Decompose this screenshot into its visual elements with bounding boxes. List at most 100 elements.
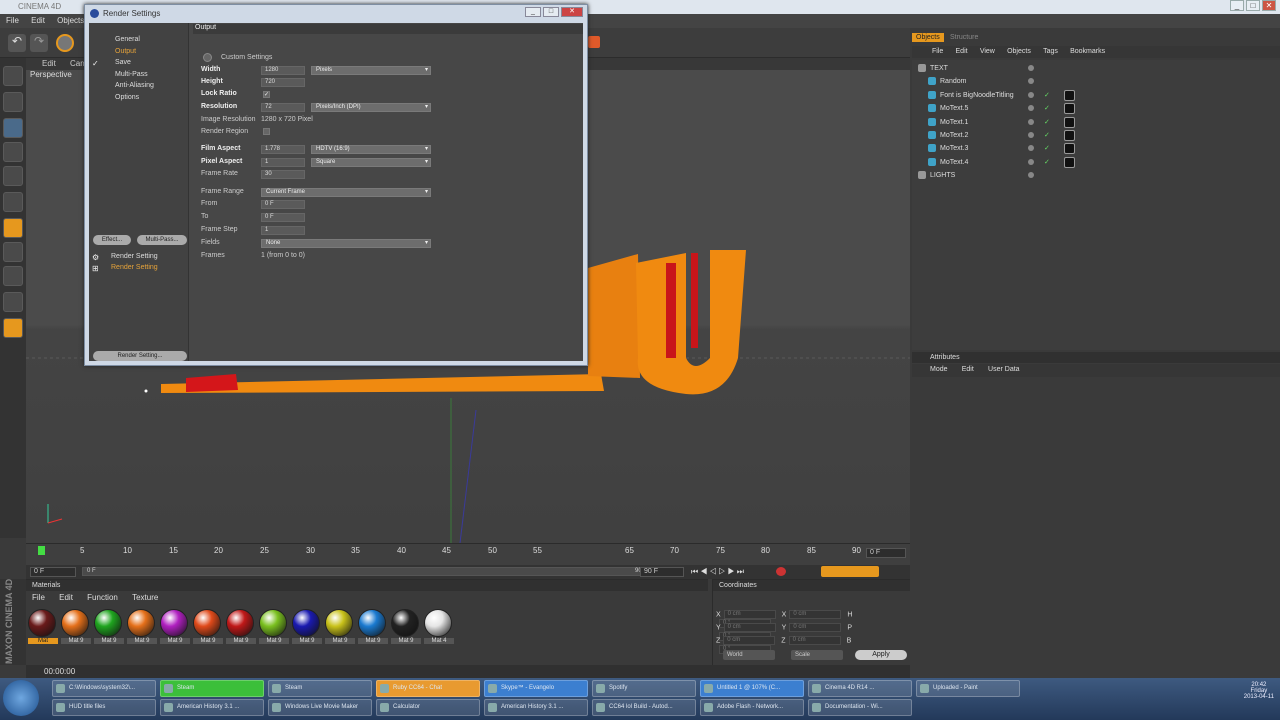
- redo-icon[interactable]: ↷: [30, 34, 48, 52]
- frame-range-dropdown[interactable]: Current Frame: [261, 188, 431, 197]
- film-aspect-dropdown[interactable]: HDTV (16:9): [311, 145, 431, 154]
- visibility-dot-icon[interactable]: [1028, 91, 1034, 98]
- material-tag-icon[interactable]: [1064, 116, 1075, 128]
- frame-rate-input[interactable]: 30: [261, 170, 305, 179]
- live-selection-icon[interactable]: [56, 34, 74, 52]
- tweak-mode-icon[interactable]: [3, 218, 23, 238]
- taskbar-button[interactable]: C:\Windows\system32\...: [52, 680, 156, 697]
- coordinate-input[interactable]: 0 cm: [723, 610, 776, 619]
- taskbar-button[interactable]: CC64 lol Build - Autod...: [592, 699, 696, 716]
- close-button[interactable]: ✕: [1262, 0, 1276, 11]
- objects-menu-edit[interactable]: Edit: [956, 48, 968, 55]
- taskbar-button[interactable]: Windows Live Movie Maker: [268, 699, 372, 716]
- menu-file[interactable]: File: [6, 16, 19, 25]
- multipass-button[interactable]: Multi-Pass...: [137, 235, 187, 245]
- object-row[interactable]: Random: [918, 75, 1274, 88]
- attributes-menu-user-data[interactable]: User Data: [988, 366, 1020, 373]
- resolution-input[interactable]: 72: [261, 103, 305, 112]
- enabled-check-icon[interactable]: ✓: [1044, 156, 1050, 169]
- end-frame-field[interactable]: 90 F: [640, 567, 684, 577]
- enabled-check-icon[interactable]: ✓: [1044, 89, 1050, 102]
- scale-dropdown[interactable]: Scale: [791, 650, 843, 660]
- coordinate-input[interactable]: 0 cm: [723, 623, 776, 632]
- visibility-dot-icon[interactable]: [1028, 65, 1034, 71]
- minimize-button[interactable]: _: [1230, 0, 1244, 11]
- render-setting-item[interactable]: Render Setting: [111, 253, 158, 260]
- objects-menu-tags[interactable]: Tags: [1043, 48, 1058, 55]
- materials-menu-file[interactable]: File: [32, 593, 45, 602]
- visibility-dot-icon[interactable]: [1028, 105, 1034, 112]
- undo-icon[interactable]: ↶: [8, 34, 26, 52]
- objects-menu-view[interactable]: View: [980, 48, 995, 55]
- taskbar-button[interactable]: Spotify: [592, 680, 696, 697]
- material-swatch[interactable]: Mat: [28, 609, 58, 644]
- width-input[interactable]: 1280: [261, 66, 305, 75]
- taskbar-button[interactable]: Adobe Flash - Network...: [700, 699, 804, 716]
- dialog-minimize-button[interactable]: _: [525, 7, 541, 17]
- object-row[interactable]: MoText.1 ✓: [918, 116, 1274, 129]
- object-row[interactable]: MoText.3 ✓: [918, 142, 1274, 155]
- object-row[interactable]: TEXT: [918, 62, 1274, 75]
- polygons-mode-icon[interactable]: [3, 166, 23, 186]
- taskbar-button[interactable]: Uploaded - Paint: [916, 680, 1020, 697]
- coordinate-input[interactable]: 0 cm: [789, 610, 842, 619]
- visibility-dot-icon[interactable]: [1028, 158, 1034, 165]
- material-swatch[interactable]: Mat 9: [193, 609, 223, 644]
- material-swatch[interactable]: Mat 4: [424, 609, 454, 644]
- edges-mode-icon[interactable]: [3, 142, 23, 162]
- objects-menu-bookmarks[interactable]: Bookmarks: [1070, 48, 1105, 55]
- attributes-menu-edit[interactable]: Edit: [962, 366, 974, 373]
- material-swatch[interactable]: Mat 9: [160, 609, 190, 644]
- lock-icon[interactable]: [3, 292, 23, 312]
- material-swatch[interactable]: Mat 9: [259, 609, 289, 644]
- material-swatch[interactable]: Mat 9: [127, 609, 157, 644]
- material-tag-icon[interactable]: [1064, 130, 1075, 141]
- menu-edit[interactable]: Edit: [31, 16, 45, 25]
- dialog-close-button[interactable]: ✕: [561, 7, 583, 17]
- coordinate-input[interactable]: 0 cm: [723, 636, 776, 645]
- render-setting-item-active[interactable]: Render Setting: [111, 264, 158, 271]
- object-row[interactable]: LIGHTS: [918, 169, 1274, 182]
- material-tag-icon[interactable]: [1064, 103, 1075, 115]
- timeline-ruler[interactable]: 5 10 15 20 25 30 35 40 45 50 55 65 70 75…: [26, 543, 910, 565]
- frame-step-input[interactable]: 1: [261, 226, 305, 235]
- effect-button[interactable]: Effect...: [93, 235, 131, 245]
- nav-item[interactable]: Save: [115, 59, 131, 66]
- pixel-aspect-dropdown[interactable]: Square: [311, 158, 431, 167]
- visibility-dot-icon[interactable]: [1028, 145, 1034, 152]
- tab-structure[interactable]: Structure: [946, 33, 982, 42]
- coordinate-input[interactable]: 0 cm: [789, 623, 842, 632]
- maximize-button[interactable]: □: [1246, 0, 1260, 11]
- system-clock[interactable]: 20:42 Friday 2013-04-11: [1244, 682, 1274, 700]
- visibility-dot-icon[interactable]: [1028, 132, 1034, 138]
- taskbar-button[interactable]: Calculator: [376, 699, 480, 716]
- texture-mode-icon[interactable]: [3, 92, 23, 112]
- attributes-menu-mode[interactable]: Mode: [930, 366, 948, 373]
- objects-menu-file[interactable]: File: [932, 48, 943, 55]
- record-icon[interactable]: [776, 567, 786, 576]
- playback-controls[interactable]: ⏮◀◁▷▶⏭: [691, 567, 746, 577]
- apply-button[interactable]: Apply: [855, 650, 907, 660]
- custom-settings-radio[interactable]: [203, 53, 212, 62]
- nav-check-icon[interactable]: ✓: [92, 59, 99, 68]
- keyframe-tools-icon[interactable]: [821, 566, 879, 577]
- material-swatch[interactable]: Mat 9: [61, 609, 91, 644]
- enabled-check-icon[interactable]: ✓: [1044, 102, 1050, 115]
- render-region-checkbox[interactable]: [263, 128, 270, 135]
- timeline-range-slider[interactable]: 0 F 90 F: [82, 567, 652, 576]
- nav-item[interactable]: Output: [115, 48, 136, 55]
- sculpt-icon[interactable]: [3, 318, 23, 338]
- nav-item[interactable]: Multi-Pass: [115, 71, 148, 78]
- enabled-check-icon[interactable]: ✓: [1044, 129, 1050, 142]
- start-button[interactable]: [3, 680, 39, 716]
- taskbar-button[interactable]: Untitled 1 @ 107% (C...: [700, 680, 804, 697]
- snap-icon[interactable]: [3, 242, 23, 262]
- material-swatch[interactable]: Mat 9: [358, 609, 388, 644]
- axis-mode-icon[interactable]: [3, 192, 23, 212]
- nav-item[interactable]: Options: [115, 94, 139, 101]
- current-frame-field[interactable]: 0 F: [866, 548, 906, 558]
- taskbar-button[interactable]: Skype™ - Evangelo: [484, 680, 588, 697]
- object-row[interactable]: Font is BigNoodleTitling ✓: [918, 89, 1274, 102]
- coordinate-input[interactable]: 0 cm: [788, 636, 841, 645]
- render-icon[interactable]: [588, 36, 600, 48]
